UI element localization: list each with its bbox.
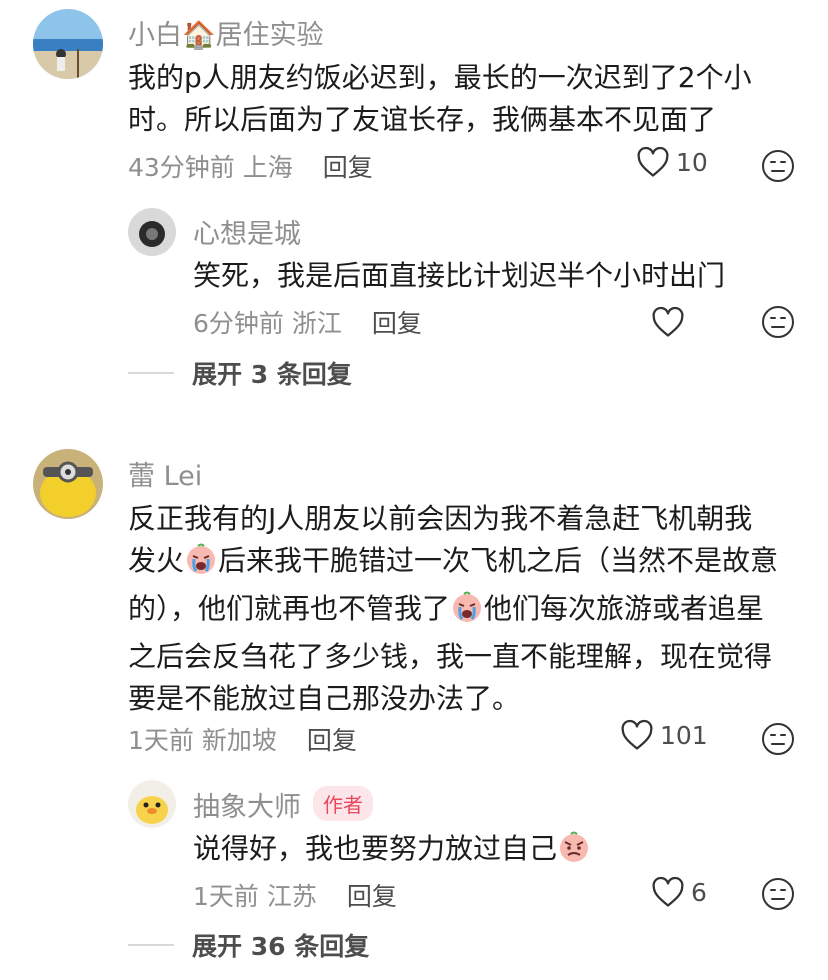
like-button[interactable]: 101 xyxy=(620,719,708,751)
text-span: 发火 xyxy=(128,544,185,577)
avatar[interactable] xyxy=(33,9,103,79)
like-button[interactable] xyxy=(651,306,685,338)
text-line: 之后会反刍花了多少钱，我一直不能理解，现在觉得 xyxy=(128,640,773,673)
username[interactable]: 小白🏠居住实验 xyxy=(128,13,324,52)
expand-replies-button[interactable]: 展开 36 条回复 xyxy=(128,927,369,963)
neutral-face-icon xyxy=(762,150,794,182)
comment-text: 说得好，我也要努力放过自己 xyxy=(193,828,793,876)
neutral-face-icon xyxy=(762,306,794,338)
text-span: 说得好，我也要努力放过自己 xyxy=(193,832,558,865)
location: 江苏 xyxy=(266,882,317,911)
comment-text: 反正我有的J人朋友以前会因为我不着急赶飞机朝我 发火 后来我干脆错过一次飞机之后（… xyxy=(128,498,808,720)
location: 浙江 xyxy=(291,309,342,338)
location: 新加坡 xyxy=(201,726,277,755)
neutral-face-icon xyxy=(762,878,794,910)
avatar[interactable] xyxy=(128,780,176,828)
dislike-button[interactable] xyxy=(761,305,795,343)
like-count: 6 xyxy=(691,877,707,907)
like-count: 101 xyxy=(660,720,708,750)
comment-meta: 1天前 新加坡 回复 xyxy=(128,721,357,757)
like-button[interactable]: 10 xyxy=(636,146,708,178)
avatar[interactable] xyxy=(33,449,103,519)
heart-outline-icon xyxy=(637,146,669,177)
text-line: 发火 后来我干脆错过一次飞机之后（当然不是故意 xyxy=(128,540,808,588)
text-span: 后来我干脆错过一次飞机之后（当然不是故意 xyxy=(218,544,779,577)
avatar[interactable] xyxy=(128,208,176,256)
comment-text: 我的p人朋友约饭必迟到，最长的一次迟到了2个小时。所以后面为了友谊长存，我俩基本… xyxy=(128,61,752,136)
timestamp: 6分钟前 xyxy=(193,309,284,338)
timestamp: 43分钟前 xyxy=(128,153,235,182)
username[interactable]: 心想是城 xyxy=(193,212,301,251)
divider xyxy=(128,944,174,946)
dislike-button[interactable] xyxy=(761,722,795,760)
comment-meta: 1天前 江苏 回复 xyxy=(193,877,397,913)
angry-face-icon xyxy=(557,830,591,876)
username-text: 抽象大师 xyxy=(193,792,301,823)
reply-button[interactable]: 回复 xyxy=(307,726,357,755)
expand-label: 展开 36 条回复 xyxy=(192,932,370,961)
comment-text: 笑死，我是后面直接比计划迟半个小时出门 xyxy=(193,259,726,292)
like-count: 10 xyxy=(676,147,708,177)
heart-outline-icon xyxy=(621,719,653,750)
heart-outline-icon xyxy=(652,306,684,337)
dislike-button[interactable] xyxy=(761,149,795,187)
text-span: 他们每次旅游或者追星 xyxy=(484,592,765,625)
text-line: 的），他们就再也不管我了 他们每次旅游或者追星 xyxy=(128,588,808,636)
comment-meta: 43分钟前 上海 回复 xyxy=(128,148,373,184)
reply-button[interactable]: 回复 xyxy=(347,882,397,911)
reply-button[interactable]: 回复 xyxy=(372,309,422,338)
author-badge: 作者 xyxy=(313,786,373,821)
dislike-button[interactable] xyxy=(761,877,795,915)
crying-face-icon xyxy=(450,590,484,636)
username[interactable]: 抽象大师 作者 xyxy=(193,785,373,824)
text-line: 要是不能放过自己那没办法了。 xyxy=(128,682,521,715)
username[interactable]: 蕾 Lei xyxy=(128,454,202,493)
crying-face-icon xyxy=(184,542,218,588)
heart-outline-icon xyxy=(652,876,684,907)
expand-label: 展开 3 条回复 xyxy=(192,360,352,389)
timestamp: 1天前 xyxy=(193,882,259,911)
text-line: 反正我有的J人朋友以前会因为我不着急赶飞机朝我 xyxy=(128,502,753,535)
timestamp: 1天前 xyxy=(128,726,194,755)
like-button[interactable]: 6 xyxy=(651,876,707,908)
expand-replies-button[interactable]: 展开 3 条回复 xyxy=(128,355,352,391)
comment-meta: 6分钟前 浙江 回复 xyxy=(193,304,422,340)
divider xyxy=(128,372,174,374)
reply-button[interactable]: 回复 xyxy=(323,153,373,182)
neutral-face-icon xyxy=(762,723,794,755)
text-span: 的），他们就再也不管我了 xyxy=(128,592,451,625)
location: 上海 xyxy=(242,153,293,182)
